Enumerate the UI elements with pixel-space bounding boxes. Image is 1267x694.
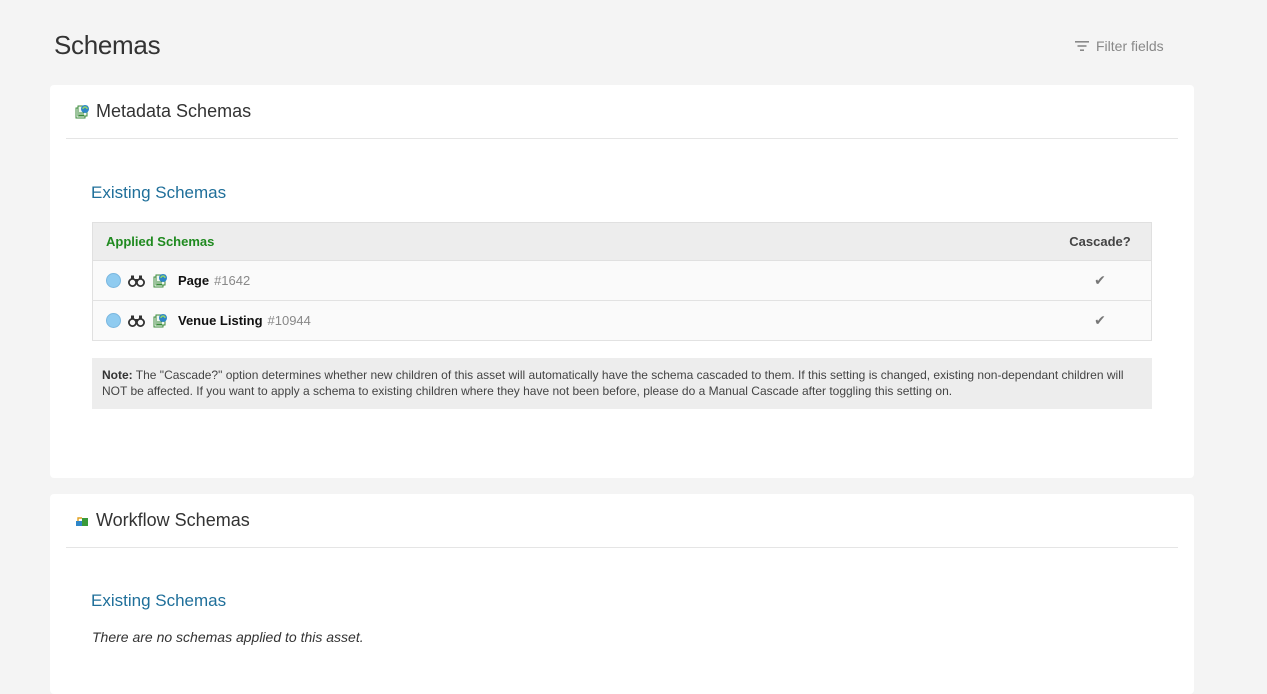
cascade-header: Cascade? xyxy=(1049,222,1152,261)
metadata-schema-icon xyxy=(153,313,168,328)
filter-fields-button[interactable]: Filter fields xyxy=(1074,38,1164,54)
schema-asset-id: #10944 xyxy=(267,313,311,328)
metadata-schemas-card: Metadata Schemas Existing Schemas Applie… xyxy=(50,85,1194,478)
metadata-card-title: Metadata Schemas xyxy=(96,101,252,121)
table-row: Venue Listing #10944 ✔ xyxy=(92,300,1152,341)
table-row: Page #1642 ✔ xyxy=(92,260,1152,301)
schema-name-link[interactable]: Page xyxy=(178,273,209,288)
applied-schemas-table: Applied Schemas Cascade? Page #1642 ✔ Ve… xyxy=(92,222,1152,341)
metadata-card-header: Metadata Schemas xyxy=(66,85,1178,139)
schema-asset-id: #1642 xyxy=(214,273,251,288)
status-dot-icon[interactable] xyxy=(106,313,121,328)
status-dot-icon[interactable] xyxy=(106,273,121,288)
no-schemas-message: There are no schemas applied to this ass… xyxy=(92,629,364,645)
filter-fields-label: Filter fields xyxy=(1096,38,1164,54)
note-text: The "Cascade?" option determines whether… xyxy=(102,368,1124,398)
filter-icon xyxy=(1074,40,1090,52)
page-title: Schemas xyxy=(54,30,161,60)
note-label: Note: xyxy=(102,368,133,382)
metadata-schema-icon xyxy=(75,104,90,119)
workflow-schemas-card: Workflow Schemas Existing Schemas There … xyxy=(50,494,1194,694)
workflow-schema-icon xyxy=(75,515,90,527)
table-header-row: Applied Schemas Cascade? xyxy=(92,222,1152,261)
existing-schemas-title: Existing Schemas xyxy=(91,591,227,610)
checkmark-icon[interactable]: ✔ xyxy=(1049,260,1152,301)
workflow-card-header: Workflow Schemas xyxy=(66,494,1178,548)
checkmark-icon[interactable]: ✔ xyxy=(1049,300,1152,341)
existing-schemas-title: Existing Schemas xyxy=(91,183,227,202)
applied-schemas-header: Applied Schemas xyxy=(92,222,1049,261)
metadata-schema-icon xyxy=(153,273,168,288)
cascade-note: Note: The "Cascade?" option determines w… xyxy=(92,358,1152,409)
schema-name-link[interactable]: Venue Listing xyxy=(178,313,263,328)
binoculars-icon[interactable] xyxy=(128,314,145,327)
binoculars-icon[interactable] xyxy=(128,274,145,287)
workflow-card-title: Workflow Schemas xyxy=(96,510,250,530)
